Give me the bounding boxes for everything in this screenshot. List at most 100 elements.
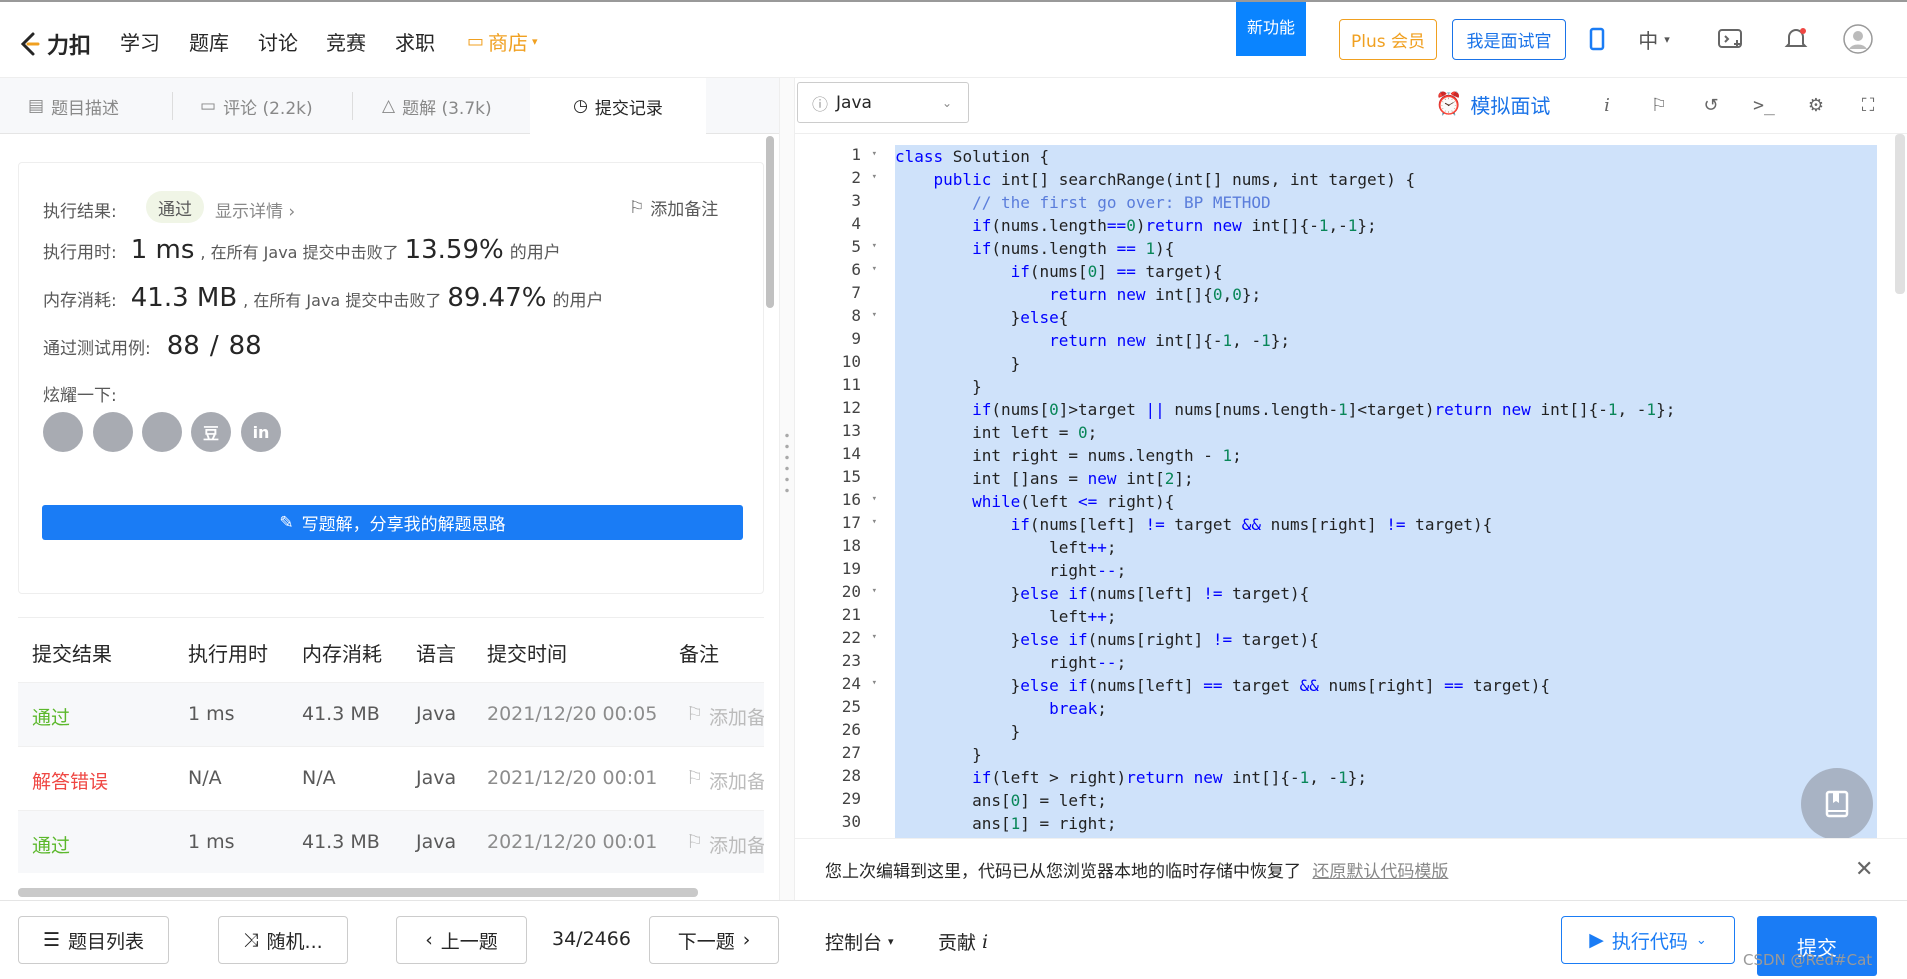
new-feature-badge[interactable]: 新功能 — [1236, 2, 1306, 56]
table-row[interactable]: 解答错误 N/A N/A Java 2021/12/20 00:01 ⚐ 添加备 — [18, 746, 764, 810]
code-line[interactable]: while(left <= right){ — [895, 490, 1877, 513]
nav-jobs[interactable]: 求职 — [395, 27, 435, 56]
linkedin-icon[interactable]: in — [241, 412, 281, 452]
console-toggle[interactable]: 控制台 ▾ — [825, 928, 894, 955]
tab-comments[interactable]: ▭ 评论 (2.2k) — [200, 78, 313, 134]
code-line[interactable]: }else if(nums[right] != target){ — [895, 628, 1877, 651]
code-line[interactable]: }else if(nums[left] != target){ — [895, 582, 1877, 605]
fold-toggle-icon[interactable]: ▾ — [872, 678, 877, 688]
code-line[interactable]: } — [895, 352, 1877, 375]
code-line[interactable]: if(left > right)return new int[]{-1, -1}… — [895, 766, 1877, 789]
bell-icon[interactable] — [1781, 24, 1811, 54]
code-line[interactable]: if(nums.length == 1){ — [895, 237, 1877, 260]
code-line[interactable]: public int[] searchRange(int[] nums, int… — [895, 168, 1877, 191]
code-line[interactable]: } — [895, 743, 1877, 766]
code-line[interactable]: break; — [895, 697, 1877, 720]
submission-add-note[interactable]: ⚐ 添加备 — [686, 767, 764, 794]
submission-result[interactable]: 解答错误 — [32, 767, 108, 794]
code-line[interactable]: }else{ — [895, 306, 1877, 329]
code-line[interactable]: }else if(nums[left] == target && nums[ri… — [895, 674, 1877, 697]
tab-description[interactable]: ▤ 题目描述 — [28, 78, 119, 134]
submission-result[interactable]: 通过 — [32, 703, 70, 730]
settings-icon[interactable]: ⚙ — [1803, 92, 1829, 118]
code-line[interactable]: if(nums.length==0)return new int[]{-1,-1… — [895, 214, 1877, 237]
next-problem-button[interactable]: 下一题 › — [649, 916, 779, 964]
fold-toggle-icon[interactable]: ▾ — [872, 241, 877, 251]
code-line[interactable]: } — [895, 720, 1877, 743]
code-line[interactable]: right--; — [895, 559, 1877, 582]
table-horizontal-scrollbar[interactable] — [18, 888, 698, 897]
language-select[interactable]: ⓘ Java ⌄ — [797, 82, 969, 123]
code-line[interactable]: } — [895, 375, 1877, 398]
show-details-link[interactable]: 显示详情 › — [215, 197, 295, 222]
tab-solutions[interactable]: △ 题解 (3.7k) — [382, 78, 492, 134]
code-line[interactable]: if(nums[0]>target || nums[nums.length-1]… — [895, 398, 1877, 421]
fold-toggle-icon[interactable]: ▾ — [872, 632, 877, 642]
fold-toggle-icon[interactable]: ▾ — [872, 310, 877, 320]
code-selection[interactable]: class Solution { public int[] searchRang… — [895, 145, 1877, 838]
nav-learn[interactable]: 学习 — [120, 27, 160, 56]
close-icon[interactable]: ✕ — [1855, 857, 1873, 882]
language-switcher[interactable]: 中 ▾ — [1624, 24, 1684, 54]
code-line[interactable]: right--; — [895, 651, 1877, 674]
nav-contest[interactable]: 竞赛 — [326, 27, 366, 56]
notes-fab-button[interactable] — [1801, 768, 1873, 840]
fold-toggle-icon[interactable]: ▾ — [872, 149, 877, 159]
fold-toggle-icon[interactable]: ▾ — [872, 264, 877, 274]
add-note-button[interactable]: ⚐ 添加备注 — [629, 195, 718, 221]
nav-problemset[interactable]: 题库 — [189, 27, 229, 56]
table-row[interactable]: 通过 1 ms 41.3 MB Java 2021/12/20 00:05 ⚐ 添… — [18, 682, 764, 746]
write-solution-button[interactable]: ✎ 写题解，分享我的解题思路 — [42, 505, 743, 540]
contribute-button[interactable]: 贡献 i — [938, 928, 988, 955]
fold-toggle-icon[interactable]: ▾ — [872, 586, 877, 596]
mock-interview-button[interactable]: ⏰ 模拟面试 — [1435, 90, 1550, 119]
weibo-icon[interactable] — [93, 412, 133, 452]
nav-discuss[interactable]: 讨论 — [258, 27, 298, 56]
code-line[interactable]: class Solution { — [895, 145, 1877, 168]
left-panel-scrollbar[interactable] — [766, 136, 774, 308]
reset-icon[interactable]: ↺ — [1698, 92, 1724, 118]
terminal-icon[interactable]: >_ — [1751, 92, 1777, 118]
code-line[interactable]: left++; — [895, 605, 1877, 628]
wechat-icon[interactable] — [43, 412, 83, 452]
plus-member-button[interactable]: Plus 会员 — [1339, 19, 1437, 60]
mobile-icon[interactable] — [1582, 24, 1612, 54]
editor-scrollbar[interactable] — [1895, 134, 1905, 294]
leetcode-logo[interactable]: 力扣 — [17, 28, 91, 60]
code-line[interactable]: left++; — [895, 536, 1877, 559]
code-line[interactable]: int left = 0; — [895, 421, 1877, 444]
table-row[interactable]: 通过 1 ms 41.3 MB Java 2021/12/20 00:01 ⚐ 添… — [18, 810, 764, 873]
fullscreen-icon[interactable]: ⛶ — [1855, 92, 1881, 118]
code-line[interactable]: ans[1] = right; — [895, 812, 1877, 835]
code-editor[interactable]: 1 ▾ 2 ▾ 3 4 5 ▾ 6 ▾ 7 8 ▾ 9 10 11 12 13 14 15 16 ▾ 17 ▾ 18 19 20 ▾ 2… — [795, 134, 1907, 838]
interviewer-button[interactable]: 我是面试官 — [1452, 19, 1566, 60]
code-line[interactable]: if(nums[0] == target){ — [895, 260, 1877, 283]
restore-default-link[interactable]: 还原默认代码模版 — [1312, 862, 1448, 882]
code-line[interactable]: return new int[]{-1, -1}; — [895, 329, 1877, 352]
submission-add-note[interactable]: ⚐ 添加备 — [686, 703, 764, 730]
run-code-button[interactable]: ▶ 执行代码 ⌄ — [1561, 916, 1735, 964]
fold-toggle-icon[interactable]: ▾ — [872, 494, 877, 504]
playground-icon[interactable] — [1716, 24, 1746, 54]
flag-icon[interactable]: ⚐ — [1646, 92, 1672, 118]
tab-submissions[interactable]: ◷ 提交记录 — [530, 78, 706, 134]
code-line[interactable]: // the first go over: BP METHOD — [895, 191, 1877, 214]
fold-toggle-icon[interactable]: ▾ — [872, 172, 877, 182]
avatar[interactable] — [1843, 24, 1873, 54]
code-line[interactable]: if(nums[left] != target && nums[right] !… — [895, 513, 1877, 536]
code-line[interactable]: return new int[]{0,0}; — [895, 283, 1877, 306]
nav-shop[interactable]: ▭ 商店 ▾ — [467, 27, 538, 56]
drag-handle-icon[interactable] — [785, 430, 789, 495]
random-problem-button[interactable]: ⤨ 随机... — [218, 916, 348, 964]
submission-result[interactable]: 通过 — [32, 831, 70, 858]
submission-add-note[interactable]: ⚐ 添加备 — [686, 831, 764, 858]
douban-icon[interactable]: 豆 — [191, 412, 231, 452]
code-line[interactable]: int []ans = new int[2]; — [895, 467, 1877, 490]
qq-icon[interactable] — [142, 412, 182, 452]
problem-list-button[interactable]: ☰ 题目列表 — [18, 916, 169, 964]
info-italic-icon[interactable]: i — [1594, 92, 1620, 118]
fold-toggle-icon[interactable]: ▾ — [872, 517, 877, 527]
prev-problem-button[interactable]: ‹ 上一题 — [396, 916, 527, 964]
code-line[interactable]: ans[0] = left; — [895, 789, 1877, 812]
code-line[interactable]: int right = nums.length - 1; — [895, 444, 1877, 467]
